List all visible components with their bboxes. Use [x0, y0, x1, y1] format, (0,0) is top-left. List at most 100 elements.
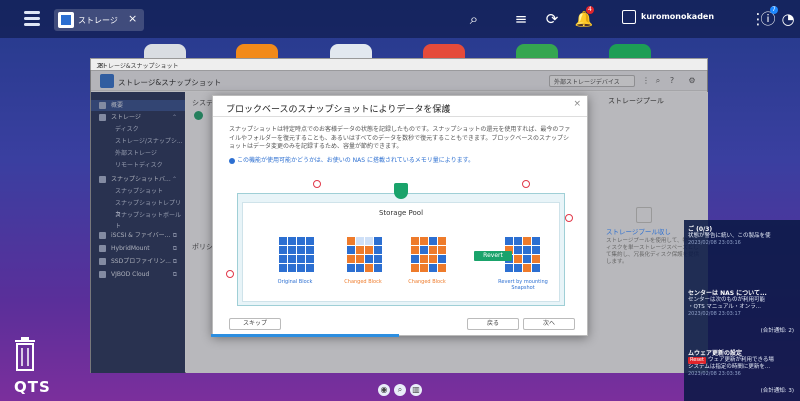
block-cell — [438, 255, 446, 263]
onboarding-progress-bar — [211, 334, 399, 337]
block-cell — [347, 237, 355, 245]
notification-count: (合計通知: 2) — [760, 328, 794, 334]
block-cell — [411, 264, 419, 272]
original-block-label: Original Block — [277, 279, 313, 285]
changed-block-label-1: Changed Block — [344, 279, 382, 285]
block-cell — [420, 255, 428, 263]
window-close-icon[interactable]: × — [96, 61, 106, 70]
block-cell — [297, 246, 305, 254]
block-cell — [420, 246, 428, 254]
info-badge: 7 — [770, 6, 778, 14]
block-cell — [356, 246, 364, 254]
block-cell — [429, 264, 437, 272]
block-cell — [532, 237, 540, 245]
add-storage-pool-icon[interactable] — [636, 207, 652, 223]
notification-time: 2023/02/08 23:03:17 — [688, 311, 741, 317]
info-icon[interactable]: ⓘ 7 — [758, 6, 778, 29]
block-cell — [514, 255, 522, 263]
block-cell — [279, 246, 287, 254]
sync-icon[interactable]: ⟳ — [542, 9, 562, 29]
notification-count: (合計通知: 3) — [760, 388, 794, 394]
block-cell — [505, 264, 513, 272]
block-cell — [365, 237, 373, 245]
notification-title: センターは NAS について... — [688, 290, 767, 297]
block-cell — [347, 246, 355, 254]
notification-item[interactable]: ご (0/3) 状態が警告に統い、この製品を使 2023/02/08 23:03… — [688, 226, 798, 247]
block-cell — [523, 246, 531, 254]
block-cell — [297, 255, 305, 263]
shield-icon — [394, 183, 408, 199]
trash-icon[interactable] — [12, 336, 38, 372]
block-cell — [288, 237, 296, 245]
search-bottom-icon[interactable]: ⌕ — [394, 384, 406, 396]
window-title: ストレージ&スナップショット — [96, 63, 179, 70]
notification-time: 2023/02/08 23:03:36 — [688, 371, 741, 377]
block-cell — [297, 237, 305, 245]
block-cell — [279, 264, 287, 272]
block-cell — [356, 264, 364, 272]
notification-badge: 4 — [586, 6, 594, 14]
block-cell — [438, 237, 446, 245]
tab-storage[interactable]: ストレージ × — [54, 9, 144, 31]
block-cell — [514, 237, 522, 245]
block-cell — [297, 264, 305, 272]
back-button[interactable]: 戻る — [467, 318, 519, 330]
tab-label: ストレージ — [78, 16, 118, 25]
storage-pool-title: ストレージプール — [608, 97, 664, 105]
block-cell — [411, 255, 419, 263]
snapshot-pin-icon — [522, 180, 530, 188]
block-cell — [532, 255, 540, 263]
main-menu-icon[interactable] — [24, 11, 40, 27]
block-cell — [306, 264, 314, 272]
dialog-close-icon[interactable]: × — [573, 99, 581, 109]
block-cell — [347, 264, 355, 272]
skip-button[interactable]: スキップ — [229, 318, 281, 330]
block-cell — [438, 246, 446, 254]
block-cell — [420, 237, 428, 245]
notification-badge: Reset — [688, 357, 706, 364]
snapshot-pin-icon — [565, 214, 573, 222]
notification-panel: ご (0/3) 状態が警告に統い、この製品を使 2023/02/08 23:03… — [684, 220, 800, 401]
block-cell — [365, 246, 373, 254]
create-storage-pool-link[interactable]: ストレージプール収し — [606, 226, 671, 236]
block-cell — [374, 237, 382, 245]
notification-item[interactable]: ムウェア更新の設定 Reset ウェア更新が利用できる場 システムは指定の時間に更… — [688, 350, 798, 378]
dialog-description: スナップショットは特定時点でのお客様データの状態を記録したものです。スナップショ… — [229, 126, 571, 150]
block-cell — [356, 255, 364, 263]
close-icon[interactable]: × — [128, 12, 137, 25]
snapshot-illustration: Storage Pool Revert Original Block Chang… — [237, 193, 565, 306]
info-icon — [229, 157, 235, 164]
notification-item[interactable]: センターは NAS について... センターは次のものが利用可能 ・QTS マニ… — [688, 290, 798, 318]
notification-icon[interactable]: 🔔 4 — [574, 6, 594, 29]
notification-title: ムウェア更新の設定 — [688, 350, 743, 357]
block-cell — [279, 255, 287, 263]
block-cell — [374, 255, 382, 263]
block-cell — [523, 237, 531, 245]
desktop-icon[interactable]: ◉ — [378, 384, 390, 396]
revert-result-label: Revert by mounting Snapshot — [498, 279, 548, 291]
notification-title: ご (0/3) — [688, 226, 713, 233]
block-cell — [374, 264, 382, 272]
user-menu[interactable]: kuromonokaden — [622, 9, 732, 27]
next-button[interactable]: 次へ — [523, 318, 575, 330]
changed-block-label-2: Changed Block — [408, 279, 446, 285]
qts-logo: QTS — [14, 378, 51, 396]
changed-block-grid-1 — [347, 237, 382, 272]
block-cell — [429, 237, 437, 245]
dashboard-icon[interactable]: ◔ — [778, 9, 798, 29]
block-cell — [288, 246, 296, 254]
search-icon[interactable]: ⌕ — [464, 9, 484, 29]
original-block-grid — [279, 237, 314, 272]
notification-body: 状態が警告に統い、この製品を使 — [688, 233, 771, 239]
snapshot-pin-icon — [226, 270, 234, 278]
changed-block-grid-2 — [411, 237, 446, 272]
storage-pool-label: Storage Pool — [378, 209, 424, 217]
block-cell — [514, 264, 522, 272]
block-cell — [365, 255, 373, 263]
apps-icon[interactable]: ▥ — [410, 384, 422, 396]
task-icon[interactable]: ≡ — [511, 9, 531, 29]
block-cell — [306, 237, 314, 245]
user-name: kuromonokaden — [641, 12, 715, 21]
block-cell — [356, 237, 364, 245]
block-cell — [523, 255, 531, 263]
